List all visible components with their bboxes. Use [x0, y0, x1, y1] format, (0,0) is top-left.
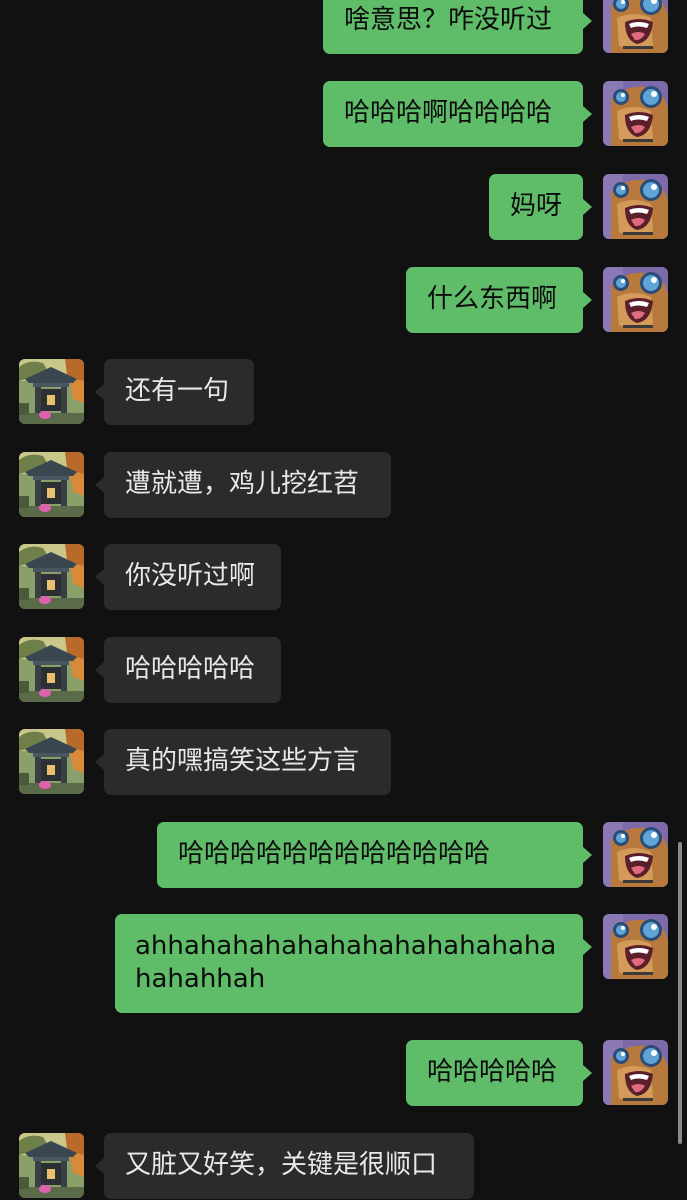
message-bubble[interactable]: 遭就遭，鸡儿挖红苕	[104, 452, 391, 518]
bubble-tail	[583, 939, 592, 955]
message-bubble[interactable]: 哈哈哈哈哈哈哈哈哈哈哈哈	[157, 822, 583, 888]
temple-gate-photo-avatar	[19, 637, 84, 702]
message-bubble[interactable]: 什么东西啊	[406, 267, 583, 333]
cartoon-character-avatar	[603, 1040, 668, 1105]
scrollbar[interactable]	[678, 842, 682, 1144]
temple-gate-photo-avatar	[19, 729, 84, 794]
bubble-tail	[95, 477, 104, 493]
my-avatar[interactable]	[603, 267, 668, 332]
bubble-tail	[95, 754, 104, 770]
bubble-tail	[583, 847, 592, 863]
cartoon-character-avatar	[603, 267, 668, 332]
message-bubble[interactable]: 又脏又好笑，关键是很顺口	[104, 1133, 474, 1199]
message-bubble[interactable]: 哈哈哈啊哈哈哈哈	[323, 81, 583, 147]
cartoon-character-avatar	[603, 914, 668, 979]
contact-avatar[interactable]	[19, 544, 84, 609]
contact-avatar[interactable]	[19, 452, 84, 517]
message-bubble[interactable]: 还有一句	[104, 359, 254, 425]
cartoon-character-avatar	[603, 174, 668, 239]
bubble-tail	[583, 13, 592, 29]
cartoon-character-avatar	[603, 822, 668, 887]
bubble-tail	[583, 292, 592, 308]
contact-avatar[interactable]	[19, 729, 84, 794]
message-bubble[interactable]: 哈哈哈哈哈	[104, 637, 281, 703]
temple-gate-photo-avatar	[19, 452, 84, 517]
message-bubble[interactable]: 哈哈哈哈哈	[406, 1040, 583, 1106]
temple-gate-photo-avatar	[19, 359, 84, 424]
message-bubble[interactable]: 你没听过啊	[104, 544, 281, 610]
bubble-tail	[95, 662, 104, 678]
bubble-tail	[583, 199, 592, 215]
my-avatar[interactable]	[603, 1040, 668, 1105]
temple-gate-photo-avatar	[19, 1133, 84, 1198]
my-avatar[interactable]	[603, 81, 668, 146]
my-avatar[interactable]	[603, 174, 668, 239]
message-bubble[interactable]: 妈呀	[489, 174, 583, 240]
my-avatar[interactable]	[603, 914, 668, 979]
bubble-tail	[583, 106, 592, 122]
contact-avatar[interactable]	[19, 637, 84, 702]
contact-avatar[interactable]	[19, 1133, 84, 1198]
message-bubble[interactable]: 真的嘿搞笑这些方言	[104, 729, 391, 795]
message-bubble[interactable]: 啥意思？咋没听过	[323, 0, 583, 54]
cartoon-character-avatar	[603, 81, 668, 146]
bubble-tail	[95, 1158, 104, 1174]
message-bubble[interactable]: ahhahahahahahahahahahahahahahahhah	[115, 914, 583, 1013]
bubble-tail	[95, 569, 104, 585]
my-avatar[interactable]	[603, 0, 668, 53]
cartoon-character-avatar	[603, 0, 668, 53]
temple-gate-photo-avatar	[19, 544, 84, 609]
bubble-tail	[583, 1065, 592, 1081]
my-avatar[interactable]	[603, 822, 668, 887]
contact-avatar[interactable]	[19, 359, 84, 424]
chat-message-list[interactable]: 啥意思？咋没听过哈哈哈啊哈哈哈哈妈呀什么东西啊还有一句遭就遭，鸡儿挖红苕 你没听过…	[0, 0, 687, 1200]
bubble-tail	[95, 384, 104, 400]
